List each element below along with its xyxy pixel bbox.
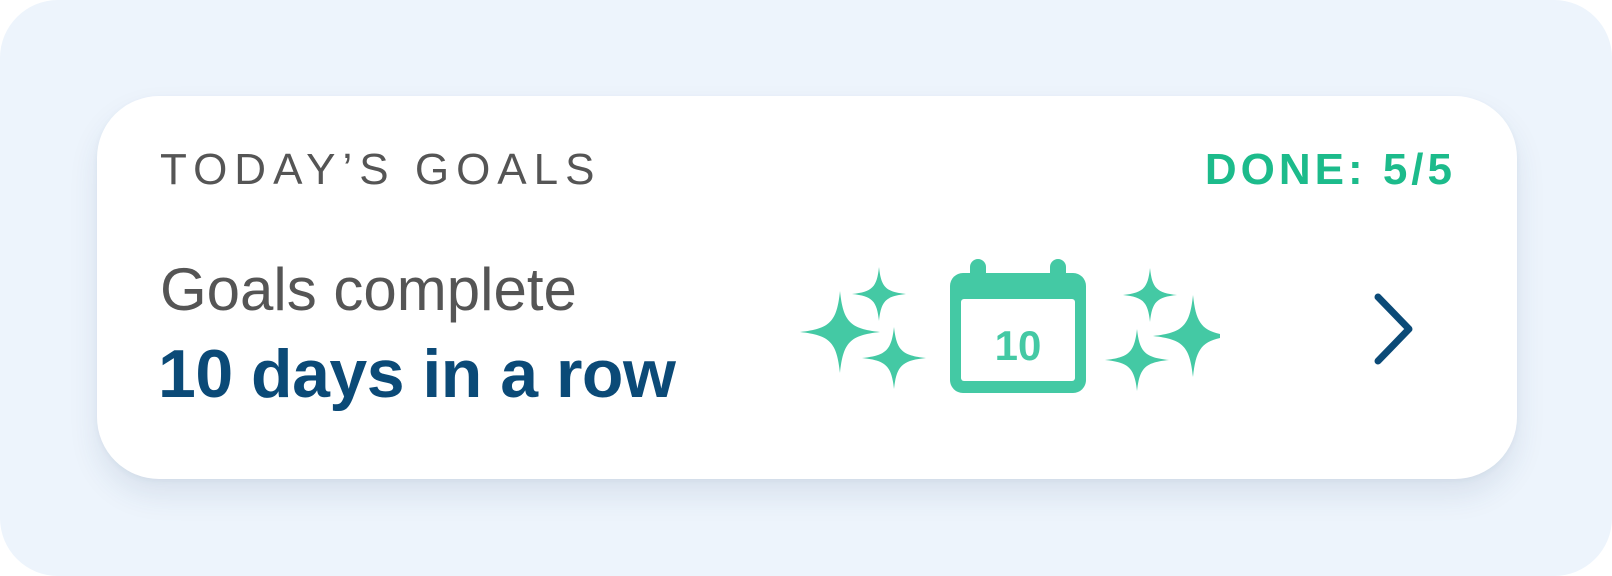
goals-subtitle: Goals complete [160,256,577,323]
streak-text: 10 days in a row [158,336,676,412]
status-badge: DONE: 5/5 [1204,145,1456,194]
calendar-icon: 10 [950,259,1086,393]
chevron-right-icon[interactable] [1371,291,1421,367]
page-background: TODAY’S GOALS DONE: 5/5 Goals complete 1… [0,0,1612,576]
calendar-number: 10 [995,322,1042,369]
goals-card[interactable]: TODAY’S GOALS DONE: 5/5 Goals complete 1… [97,96,1517,479]
card-title: TODAY’S GOALS [160,145,602,194]
streak-illustration: 10 [800,259,1220,393]
